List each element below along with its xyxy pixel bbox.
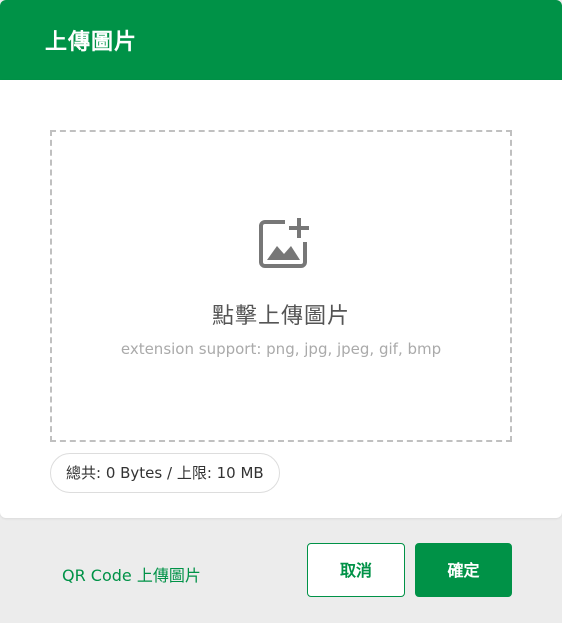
dialog-header: 上傳圖片 [0, 0, 562, 80]
qr-code-upload-link[interactable]: QR Code 上傳圖片 [62, 562, 201, 586]
confirm-button[interactable]: 確定 [415, 543, 512, 597]
file-size-badge: 總共: 0 Bytes / 上限: 10 MB [50, 453, 280, 493]
dialog-title: 上傳圖片 [45, 30, 138, 55]
dropzone-title: 點擊上傳圖片 [211, 304, 350, 329]
dialog-body: 點擊上傳圖片 extension support: png, jpg, jpeg… [0, 80, 562, 518]
add-image-icon [259, 218, 309, 268]
dropzone-hint: extension support: png, jpg, jpeg, gif, … [120, 340, 442, 358]
cancel-button[interactable]: 取消 [307, 543, 405, 597]
upload-image-dialog: 上傳圖片 點擊上傳圖片 extension support: png, jpg,… [0, 0, 562, 623]
upload-dropzone[interactable]: 點擊上傳圖片 extension support: png, jpg, jpeg… [50, 130, 512, 442]
